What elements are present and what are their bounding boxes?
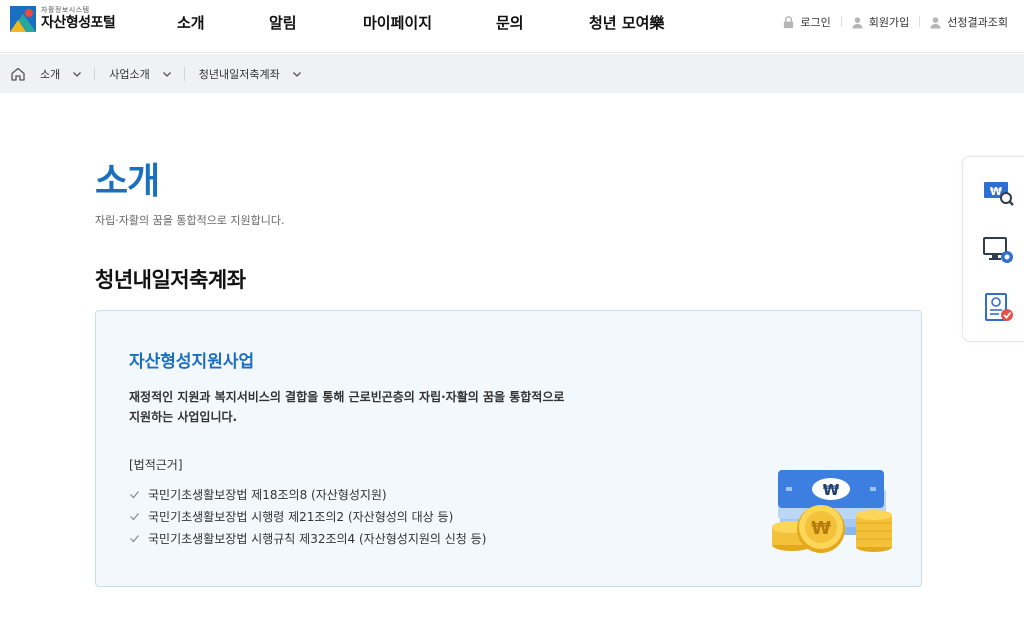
signup-link[interactable]: 회원가입 xyxy=(840,14,919,30)
breadcrumb: 소개 사업소개 청년내일저축계좌 xyxy=(0,54,1024,93)
nav-item-youth[interactable]: 청년 모여樂 xyxy=(589,12,664,33)
money-search-icon[interactable]: ₩ xyxy=(981,175,1015,209)
quick-menu: ₩ xyxy=(962,156,1024,342)
card-description-line: 지원하는 사업입니다. xyxy=(129,410,238,424)
breadcrumb-label: 청년내일저축계좌 xyxy=(198,67,280,81)
home-icon[interactable] xyxy=(10,66,26,82)
page-subtitle: 자립·자활의 꿈을 통합적으로 지원합니다. xyxy=(95,214,285,227)
breadcrumb-divider xyxy=(94,66,96,81)
page-title: 소개 xyxy=(95,161,160,202)
chevron-down-icon xyxy=(162,71,171,77)
nav-item-inquiry[interactable]: 문의 xyxy=(496,12,524,33)
card-description-line: 재정적인 지원과 복지서비스의 결합을 통해 근로빈곤층의 자립·자활의 꿈을 … xyxy=(129,390,565,404)
check-icon xyxy=(130,490,139,498)
user-icon xyxy=(930,16,941,29)
section-title: 청년내일저축계좌 xyxy=(95,268,246,292)
list-item: 국민기초생활보장법 시행령 제21조의2 (자산형성의 대상 등) xyxy=(129,505,486,527)
breadcrumb-label: 사업소개 xyxy=(109,67,150,81)
lock-icon xyxy=(784,15,794,28)
list-item: 국민기초생활보장법 제18조의8 (자산형성지원) xyxy=(129,483,486,505)
list-item: 국민기초생활보장법 시행규칙 제32조의4 (자산형성지원의 신청 등) xyxy=(129,527,486,549)
svg-text:₩: ₩ xyxy=(990,185,1002,198)
svg-text:₩: ₩ xyxy=(823,481,840,499)
law-item-text: 국민기초생활보장법 시행령 제21조의2 (자산형성의 대상 등) xyxy=(148,509,454,524)
breadcrumb-item-business[interactable]: 사업소개 xyxy=(109,66,171,82)
login-link[interactable]: 로그인 xyxy=(772,14,840,30)
nav-item-intro[interactable]: 소개 xyxy=(177,12,205,33)
utility-menu: 로그인 회원가입 선정결과조회 xyxy=(772,14,1008,30)
user-icon xyxy=(852,16,863,29)
nav-item-notice[interactable]: 알림 xyxy=(269,12,297,33)
law-item-text: 국민기초생활보장법 시행규칙 제32조의4 (자산형성지원의 신청 등) xyxy=(148,531,487,546)
check-icon xyxy=(130,534,139,542)
document-check-icon[interactable] xyxy=(981,291,1015,325)
site-header: 자활정보시스템 자산형성포털 소개 알림 마이페이지 문의 청년 모여樂 로그인… xyxy=(0,0,1024,53)
signup-label: 회원가입 xyxy=(868,16,910,29)
law-list: 국민기초생활보장법 제18조의8 (자산형성지원) 국민기초생활보장법 시행령 … xyxy=(129,483,486,549)
logo-mark-icon xyxy=(10,6,36,32)
breadcrumb-item-account[interactable]: 청년내일저축계좌 xyxy=(199,66,302,82)
site-logo[interactable]: 자활정보시스템 자산형성포털 xyxy=(10,6,116,32)
law-title: [법적근거] xyxy=(129,458,183,472)
login-label: 로그인 xyxy=(800,16,831,29)
breadcrumb-label: 소개 xyxy=(40,67,61,81)
chevron-down-icon xyxy=(73,71,82,77)
result-lookup-link[interactable]: 선정결과조회 xyxy=(919,14,1008,30)
logo-title: 자산형성포털 xyxy=(41,15,116,31)
monitor-settings-icon[interactable] xyxy=(981,233,1015,267)
breadcrumb-item-intro[interactable]: 소개 xyxy=(40,66,82,82)
svg-text:₩: ₩ xyxy=(811,518,831,539)
check-icon xyxy=(130,512,139,520)
nav-item-mypage[interactable]: 마이페이지 xyxy=(363,12,432,33)
law-item-text: 국민기초생활보장법 제18조의8 (자산형성지원) xyxy=(148,487,387,502)
breadcrumb-divider xyxy=(183,66,185,81)
card-title: 자산형성지원사업 xyxy=(129,352,255,372)
chevron-down-icon xyxy=(292,71,301,77)
card-description: 재정적인 지원과 복지서비스의 결합을 통해 근로빈곤층의 자립·자활의 꿈을 … xyxy=(129,387,629,427)
logo-subtitle: 자활정보시스템 xyxy=(41,6,90,14)
result-lookup-label: 선정결과조회 xyxy=(947,16,1008,29)
money-illustration-icon: ₩ ₩ xyxy=(772,470,892,553)
